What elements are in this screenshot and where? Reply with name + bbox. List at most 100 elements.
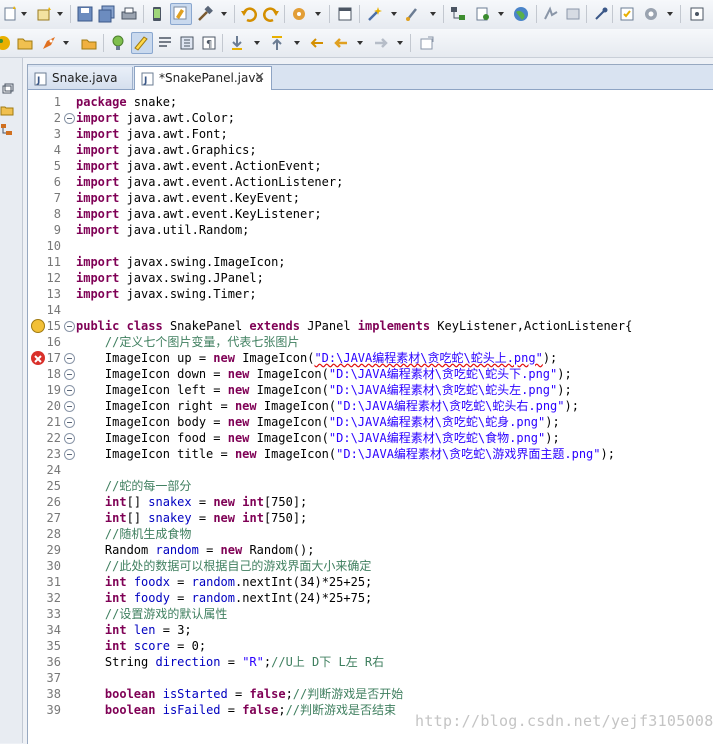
code-line[interactable]: import java.awt.Font; xyxy=(76,126,228,142)
fold-toggle-icon[interactable] xyxy=(64,401,75,412)
code-line[interactable]: //定义七个图片变量，代表七张图片 xyxy=(76,334,299,350)
rocket-dropdown-icon[interactable] xyxy=(63,41,69,45)
code-line[interactable]: import javax.swing.JPanel; xyxy=(76,270,264,286)
code-line[interactable]: int[] snakex = new int[750]; xyxy=(76,494,307,510)
tools-dropdown-icon[interactable] xyxy=(667,12,673,16)
show-whitespace-icon[interactable]: ¶ xyxy=(200,34,218,52)
code-line[interactable]: String direction = "R";//U上 D下 L左 R右 xyxy=(76,654,384,670)
fold-toggle-icon[interactable] xyxy=(64,353,75,364)
code-line[interactable]: //随机生成食物 xyxy=(76,526,191,542)
calendar-icon[interactable] xyxy=(336,5,354,23)
next-annotation-icon[interactable] xyxy=(228,34,246,52)
task-icon[interactable] xyxy=(618,5,636,23)
fold-toggle-icon[interactable] xyxy=(64,369,75,380)
code-line[interactable]: import java.awt.Graphics; xyxy=(76,142,257,158)
new-dropdown-icon[interactable] xyxy=(21,12,27,16)
tools-icon[interactable] xyxy=(642,5,660,23)
globe-icon[interactable] xyxy=(512,5,530,23)
screen-icon[interactable] xyxy=(688,5,706,23)
brush-icon[interactable] xyxy=(404,5,422,23)
open-type-icon[interactable] xyxy=(474,5,492,23)
code-line[interactable]: import java.awt.event.ActionEvent; xyxy=(76,158,322,174)
back-icon[interactable] xyxy=(332,34,350,52)
brush-dropdown-icon[interactable] xyxy=(430,12,436,16)
code-line[interactable]: package snake; xyxy=(76,94,177,110)
code-line[interactable]: int score = 0; xyxy=(76,638,206,654)
redo-icon[interactable] xyxy=(262,5,280,23)
save-all-icon[interactable] xyxy=(98,5,116,23)
next-annotation-dropdown-icon[interactable] xyxy=(254,41,260,45)
debug-device-icon[interactable] xyxy=(148,5,166,23)
prev-edit-icon[interactable] xyxy=(542,5,560,23)
code-line[interactable]: import java.awt.event.KeyListener; xyxy=(76,206,322,222)
code-line[interactable]: import java.util.Random; xyxy=(76,222,249,238)
code-line[interactable]: import javax.swing.ImageIcon; xyxy=(76,254,286,270)
warning-lightbulb-icon[interactable] xyxy=(31,319,45,333)
save-icon[interactable] xyxy=(76,5,94,23)
fold-toggle-icon[interactable] xyxy=(64,449,75,460)
toggle-mark-occurrences-icon[interactable] xyxy=(170,3,192,25)
block-selection-icon[interactable] xyxy=(178,34,196,52)
code-line[interactable]: int foody = random.nextInt(24)*25+75; xyxy=(76,590,372,606)
open-type-dropdown-icon[interactable] xyxy=(498,12,504,16)
tab-snake-java[interactable]: J Snake.java xyxy=(28,67,133,89)
new-package-icon[interactable] xyxy=(36,5,54,23)
last-edit-icon[interactable] xyxy=(308,34,326,52)
prev-annotation-dropdown-icon[interactable] xyxy=(294,41,300,45)
search-lightbulb-icon[interactable] xyxy=(109,34,127,52)
code-line[interactable]: int foodx = random.nextInt(34)*25+25; xyxy=(76,574,372,590)
code-line[interactable]: import javax.swing.Timer; xyxy=(76,286,257,302)
fold-toggle-icon[interactable] xyxy=(64,321,75,332)
code-line[interactable]: ImageIcon up = new ImageIcon("D:\JAVA编程素… xyxy=(76,350,557,366)
hierarchy-view-icon[interactable] xyxy=(0,122,14,136)
build-dropdown-icon[interactable] xyxy=(221,12,227,16)
code-line[interactable]: ImageIcon body = new ImageIcon("D:\JAVA编… xyxy=(76,414,560,430)
code-line[interactable]: int[] snakey = new int[750]; xyxy=(76,510,307,526)
code-line[interactable]: int len = 3; xyxy=(76,622,192,638)
code-line[interactable]: boolean isStarted = false;//判断游戏是否开始 xyxy=(76,686,403,702)
run-config-icon[interactable] xyxy=(290,5,308,23)
tab-snakepanel-java[interactable]: J *SnakePanel.java ✕ xyxy=(134,66,272,90)
wand-icon[interactable] xyxy=(366,5,384,23)
open-project-icon[interactable] xyxy=(80,34,98,52)
code-line[interactable]: import java.awt.Color; xyxy=(76,110,235,126)
word-wrap-icon[interactable] xyxy=(156,34,174,52)
forward-dropdown-icon[interactable] xyxy=(397,41,403,45)
code-line[interactable]: ImageIcon title = new ImageIcon("D:\JAVA… xyxy=(76,446,615,462)
code-line[interactable]: ImageIcon left = new ImageIcon("D:\JAVA编… xyxy=(76,382,572,398)
restore-icon[interactable] xyxy=(2,80,14,94)
close-tab-icon[interactable]: ✕ xyxy=(254,67,265,89)
code-line[interactable]: ImageIcon right = new ImageIcon("D:\JAVA… xyxy=(76,398,579,414)
undo-icon[interactable] xyxy=(240,5,258,23)
code-line[interactable]: import java.awt.event.ActionListener; xyxy=(76,174,343,190)
new-icon[interactable] xyxy=(2,5,20,23)
fold-toggle-icon[interactable] xyxy=(64,113,75,124)
wand-dropdown-icon[interactable] xyxy=(391,12,397,16)
open-folder-icon[interactable] xyxy=(16,34,34,52)
code-line[interactable]: //蛇的每一部分 xyxy=(76,478,191,494)
error-marker-icon[interactable] xyxy=(31,351,45,365)
hierarchy-icon[interactable] xyxy=(449,5,467,23)
fold-toggle-icon[interactable] xyxy=(64,385,75,396)
code-line[interactable]: ImageIcon down = new ImageIcon("D:\JAVA编… xyxy=(76,366,572,382)
rocket-icon[interactable] xyxy=(40,34,58,52)
code-line[interactable]: import java.awt.event.KeyEvent; xyxy=(76,190,300,206)
back-dropdown-icon[interactable] xyxy=(357,41,363,45)
next-edit-icon[interactable] xyxy=(564,5,582,23)
pin-icon[interactable] xyxy=(592,5,610,23)
run-config-dropdown-icon[interactable] xyxy=(315,12,321,16)
code-line[interactable]: public class SnakePanel extends JPanel i… xyxy=(76,318,632,334)
new-package-dropdown-icon[interactable] xyxy=(57,12,63,16)
palette-icon[interactable] xyxy=(0,34,12,52)
prev-annotation-icon[interactable] xyxy=(268,34,286,52)
code-line[interactable]: //设置游戏的默认属性 xyxy=(76,606,227,622)
code-line[interactable]: //此处的数据可以根据自己的游戏界面大小来确定 xyxy=(76,558,371,574)
print-icon[interactable] xyxy=(120,5,138,23)
code-area[interactable]: 1 package snake; 2 import java.awt.Color; 3 i… xyxy=(28,91,713,744)
highlight-pen-icon[interactable] xyxy=(131,32,153,54)
code-line[interactable]: ImageIcon food = new ImageIcon("D:\JAVA编… xyxy=(76,430,560,446)
hammer-icon[interactable] xyxy=(196,5,214,23)
forward-icon[interactable] xyxy=(372,34,390,52)
fold-toggle-icon[interactable] xyxy=(64,433,75,444)
package-explorer-icon[interactable] xyxy=(0,102,14,116)
